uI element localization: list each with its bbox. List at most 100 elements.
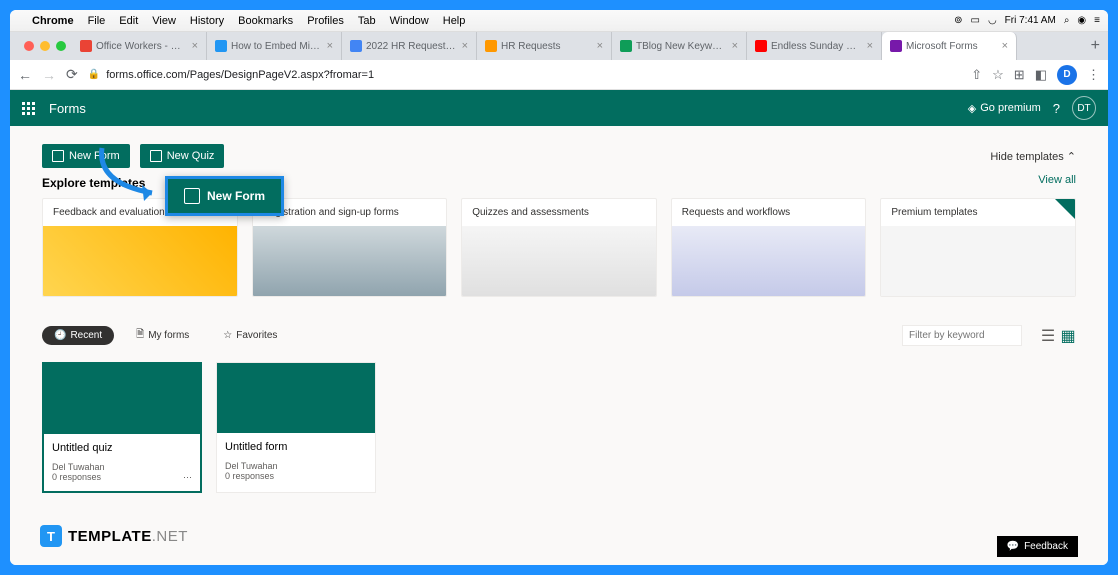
wifi-icon: ⊚ <box>954 15 962 26</box>
help-icon[interactable]: ? <box>1053 101 1060 116</box>
close-tab-icon[interactable]: × <box>462 40 468 52</box>
document-icon: 🗎 <box>136 327 144 344</box>
window-controls <box>18 41 72 51</box>
reload-button[interactable]: ⟳ <box>66 66 78 83</box>
close-tab-icon[interactable]: × <box>597 40 603 52</box>
menu-edit[interactable]: Edit <box>119 15 138 27</box>
form-preview <box>217 363 375 433</box>
browser-toolbar: ← → ⟳ 🔒 forms.office.com/Pages/DesignPag… <box>10 60 1108 90</box>
close-tab-icon[interactable]: × <box>732 40 738 52</box>
user-avatar[interactable]: DT <box>1072 96 1096 120</box>
forward-button[interactable]: → <box>42 67 56 83</box>
template-title: Premium templates <box>881 199 1075 226</box>
tab-title: 2022 HR Request Steps - Goo <box>366 41 458 52</box>
form-responses: 0 responses <box>52 472 101 483</box>
menu-bookmarks[interactable]: Bookmarks <box>238 15 293 27</box>
browser-tab[interactable]: Endless Sunday 😊 [Chill…× <box>747 32 882 60</box>
hide-templates-toggle[interactable]: Hide templates ⌃ <box>990 150 1076 163</box>
clock-icon: 🕘 <box>54 330 66 341</box>
form-icon <box>52 150 64 162</box>
menu-window[interactable]: Window <box>390 15 429 27</box>
new-tab-button[interactable]: + <box>1083 37 1108 55</box>
template-card[interactable]: Requests and workflows <box>671 198 867 297</box>
new-form-callout[interactable]: New Form <box>165 176 284 216</box>
browser-tab[interactable]: HR Requests× <box>477 32 612 60</box>
template-logo-icon: T <box>40 525 62 547</box>
favicon <box>215 40 227 52</box>
form-card[interactable]: Untitled quiz Del Tuwahan0 responses ⋯ <box>42 362 202 493</box>
control-center-icon[interactable]: ◉ <box>1077 15 1086 26</box>
favicon <box>890 40 902 52</box>
battery-icon: ▭ <box>970 15 979 26</box>
close-tab-icon[interactable]: × <box>867 40 873 52</box>
browser-tab[interactable]: 2022 HR Request Steps - Goo × <box>342 32 477 60</box>
menu-profiles[interactable]: Profiles <box>307 15 344 27</box>
wifi-signal-icon: ◡ <box>988 15 997 26</box>
search-icon[interactable]: ⌕ <box>1064 15 1070 26</box>
filter-search-input[interactable] <box>902 325 1022 346</box>
template-preview <box>672 226 866 296</box>
filter-myforms[interactable]: 🗎 My forms <box>124 323 201 348</box>
minimize-window[interactable] <box>40 41 50 51</box>
menu-tab[interactable]: Tab <box>358 15 376 27</box>
menu-history[interactable]: History <box>190 15 224 27</box>
template-card[interactable]: Premium templates <box>880 198 1076 297</box>
tab-title: Office Workers - Chat <box>96 41 188 52</box>
more-icon[interactable]: ⋯ <box>183 472 192 483</box>
diamond-icon: ◈ <box>968 102 976 115</box>
back-button[interactable]: ← <box>18 67 32 83</box>
filter-recent[interactable]: 🕘 Recent <box>42 326 114 345</box>
template-preview <box>462 226 656 296</box>
chat-icon: 💬 <box>1007 541 1019 552</box>
browser-tab[interactable]: Microsoft Forms× <box>882 32 1017 60</box>
share-icon[interactable]: ⇧ <box>971 67 982 83</box>
feedback-button[interactable]: 💬 Feedback <box>997 536 1078 557</box>
star-icon: ☆ <box>223 330 232 341</box>
profile-avatar[interactable]: D <box>1057 65 1077 85</box>
address-bar[interactable]: 🔒 forms.office.com/Pages/DesignPageV2.as… <box>88 69 962 81</box>
form-author: Del Tuwahan <box>52 462 192 472</box>
close-window[interactable] <box>24 41 34 51</box>
premium-ribbon-icon <box>1055 199 1075 219</box>
form-responses: 0 responses <box>225 471 274 481</box>
favicon <box>755 40 767 52</box>
extension-icon[interactable]: ◧ <box>1035 67 1047 83</box>
kebab-icon[interactable]: ⋮ <box>1087 67 1100 83</box>
favicon <box>485 40 497 52</box>
chevron-up-icon: ⌃ <box>1067 151 1076 163</box>
close-tab-icon[interactable]: × <box>327 40 333 52</box>
app-name[interactable]: Chrome <box>32 15 74 27</box>
bookmark-icon[interactable]: ☆ <box>992 67 1004 83</box>
favicon <box>350 40 362 52</box>
close-tab-icon[interactable]: × <box>192 40 198 52</box>
form-author: Del Tuwahan <box>225 461 367 471</box>
grid-view-button[interactable]: ▦ <box>1060 328 1076 344</box>
form-title: Untitled quiz <box>52 442 192 454</box>
menu-file[interactable]: File <box>88 15 106 27</box>
macos-menubar: Chrome File Edit View History Bookmarks … <box>10 10 1108 32</box>
forms-appbar: Forms ◈ Go premium ? DT <box>10 90 1108 126</box>
filter-favorites[interactable]: ☆ Favorites <box>211 326 289 345</box>
extensions-icon[interactable]: ⊞ <box>1014 67 1025 83</box>
favicon <box>620 40 632 52</box>
close-tab-icon[interactable]: × <box>1002 40 1008 52</box>
list-view-button[interactable]: ☰ <box>1040 328 1056 344</box>
view-all-link[interactable]: View all <box>1038 174 1076 186</box>
app-title[interactable]: Forms <box>49 101 86 116</box>
browser-tabbar: Office Workers - Chat×How to Embed Micro… <box>10 32 1108 60</box>
menu-help[interactable]: Help <box>443 15 466 27</box>
browser-tab[interactable]: TBlog New Keywords Sheet× <box>612 32 747 60</box>
template-card[interactable]: Quizzes and assessments <box>461 198 657 297</box>
menu-view[interactable]: View <box>152 15 176 27</box>
form-card[interactable]: Untitled formDel Tuwahan0 responses <box>216 362 376 493</box>
status-tray[interactable]: ⊚ ▭ ◡ Fri 7:41 AM ⌕ ◉ ≡ <box>954 15 1100 26</box>
favicon <box>80 40 92 52</box>
app-launcher-icon[interactable] <box>22 102 35 115</box>
go-premium-button[interactable]: ◈ Go premium <box>968 102 1041 115</box>
form-preview <box>44 364 200 434</box>
maximize-window[interactable] <box>56 41 66 51</box>
browser-tab[interactable]: How to Embed Microsoft Form× <box>207 32 342 60</box>
annotation-arrow <box>92 143 172 208</box>
browser-tab[interactable]: Office Workers - Chat × <box>72 32 207 60</box>
menu-icon[interactable]: ≡ <box>1094 15 1100 26</box>
